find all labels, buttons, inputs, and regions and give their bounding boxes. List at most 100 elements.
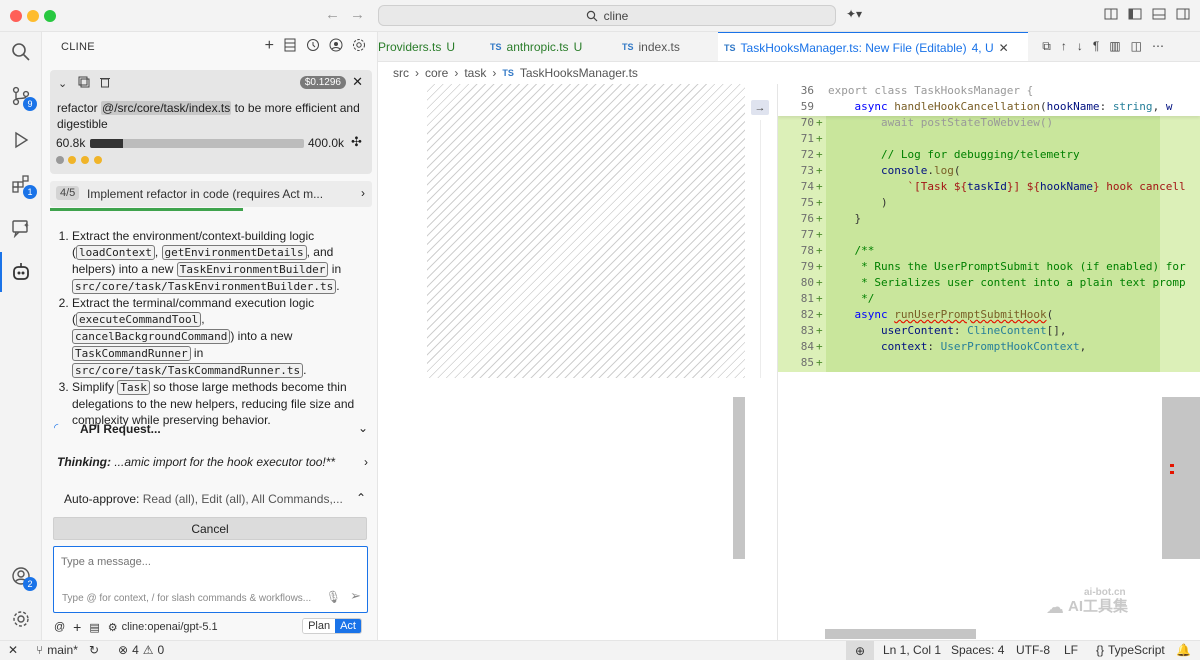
- code-line[interactable]: 82 + async runUserPromptSubmitHook(: [778, 308, 1200, 324]
- chat-sparkle-icon[interactable]: ✦: [9, 216, 33, 240]
- compress-context-icon[interactable]: ✣: [351, 134, 362, 150]
- split-editor-icon[interactable]: ◫: [1131, 39, 1142, 54]
- settings-gear-icon[interactable]: [9, 607, 33, 631]
- code-line[interactable]: 79 + * Runs the UserPromptSubmit hook (if…: [778, 260, 1200, 276]
- encoding[interactable]: UTF-8: [1016, 643, 1050, 657]
- code-line[interactable]: 36 export class TaskHooksManager {: [778, 84, 1200, 100]
- more-actions-icon[interactable]: ⋯: [1152, 39, 1164, 54]
- chevron-right-icon[interactable]: ›: [364, 455, 368, 469]
- problems-indicator[interactable]: ⊗ 4 ⚠ 0: [118, 643, 164, 657]
- toggle-panel-icon[interactable]: [1152, 7, 1166, 24]
- tab-providers[interactable]: Providers.ts U: [378, 32, 461, 61]
- settings-icon[interactable]: [352, 38, 366, 55]
- collapse-chevron-icon[interactable]: ⌄: [58, 77, 67, 90]
- extensions-icon[interactable]: 1: [9, 172, 37, 199]
- mcp-servers-icon[interactable]: [283, 38, 297, 55]
- auto-approve-row[interactable]: Auto-approve: Read (all), Edit (all), Al…: [52, 491, 368, 510]
- api-request-row[interactable]: ◜ API Request... ⌄: [52, 421, 368, 439]
- model-selector[interactable]: ⚙ cline:openai/gpt-5.1: [108, 621, 218, 634]
- new-task-plus-icon[interactable]: +: [265, 38, 274, 55]
- rules-icon[interactable]: ▤: [89, 621, 99, 634]
- map-icon[interactable]: ▥: [1109, 39, 1120, 54]
- maximize-window-button[interactable]: [44, 10, 56, 22]
- delete-trash-icon[interactable]: [99, 76, 111, 91]
- code-text: export class TaskHooksManager {: [828, 84, 1034, 97]
- cursor-position[interactable]: Ln 1, Col 1: [883, 643, 941, 657]
- file-mention[interactable]: @/src/core/task/index.ts: [101, 101, 232, 115]
- back-arrow-icon[interactable]: ←: [325, 6, 340, 23]
- run-debug-icon[interactable]: [9, 128, 33, 152]
- code-line[interactable]: 72 + // Log for debugging/telemetry: [778, 148, 1200, 164]
- line-endings[interactable]: LF: [1064, 643, 1078, 657]
- code-line[interactable]: 75 + ): [778, 196, 1200, 212]
- plan-act-toggle[interactable]: Plan Act: [302, 618, 362, 634]
- explorer-search-icon[interactable]: [9, 40, 33, 64]
- remote-icon[interactable]: ✕: [8, 643, 18, 657]
- accounts-icon[interactable]: 2: [9, 564, 37, 591]
- copilot-sparkle-icon[interactable]: ✦▾: [846, 7, 862, 21]
- tab-index[interactable]: TS index.ts: [616, 32, 686, 61]
- message-box[interactable]: Type @ for context, / for slash commands…: [53, 546, 368, 613]
- plan-mode-button[interactable]: Plan: [303, 619, 336, 633]
- branch-indicator[interactable]: ⑂ main*: [36, 643, 78, 657]
- account-icon[interactable]: [329, 38, 343, 55]
- copy-icon[interactable]: [78, 76, 90, 91]
- code-line[interactable]: 59 async handleHookCancellation(hookName…: [778, 100, 1200, 116]
- thinking-row[interactable]: Thinking: ...amic import for the hook ex…: [52, 455, 368, 473]
- message-input[interactable]: [61, 556, 341, 568]
- close-tab-icon[interactable]: ✕: [999, 41, 1009, 55]
- sync-icon[interactable]: ↻: [89, 643, 99, 657]
- chevron-right-icon[interactable]: ›: [361, 186, 365, 200]
- minimize-window-button[interactable]: [27, 10, 39, 22]
- cancel-button[interactable]: Cancel: [53, 517, 367, 540]
- breadcrumb-item[interactable]: src: [393, 66, 409, 80]
- breadcrumb-item[interactable]: core: [425, 66, 448, 80]
- cline-robot-icon[interactable]: [0, 252, 33, 292]
- add-plus-icon[interactable]: +: [73, 619, 81, 635]
- at-mention-icon[interactable]: @: [54, 621, 65, 633]
- code-line[interactable]: 85 +: [778, 356, 1200, 372]
- scrollbar[interactable]: [733, 397, 745, 559]
- toggle-primary-sidebar-icon[interactable]: [1128, 7, 1142, 24]
- code-line[interactable]: 80 + * Serializes user content into a pla…: [778, 276, 1200, 292]
- breadcrumb-item[interactable]: task: [464, 66, 486, 80]
- close-window-button[interactable]: [10, 10, 22, 22]
- code-line[interactable]: 81 + */: [778, 292, 1200, 308]
- act-mode-button[interactable]: Act: [335, 619, 361, 633]
- previous-change-icon[interactable]: ↑: [1061, 39, 1067, 54]
- microphone-icon[interactable]: 🎙: [326, 590, 341, 604]
- horizontal-scrollbar[interactable]: [825, 629, 976, 639]
- customize-layout-icon[interactable]: [1104, 7, 1118, 24]
- code-line[interactable]: 76 + }: [778, 212, 1200, 228]
- code-line[interactable]: 70 + await postStateToWebview(): [778, 116, 1200, 132]
- zoom-icon[interactable]: ⊕: [846, 641, 874, 660]
- tab-taskhooksmanager[interactable]: TS TaskHooksManager.ts: New File (Editabl…: [718, 32, 1028, 61]
- code-line[interactable]: 71 +: [778, 132, 1200, 148]
- open-file-icon[interactable]: ⧉: [1042, 39, 1051, 54]
- tab-anthropic[interactable]: TS anthropic.ts U: [484, 32, 588, 61]
- code-line[interactable]: 74 + `[Task ${taskId}] ${hookName} hook c…: [778, 180, 1200, 196]
- source-control-icon[interactable]: 9: [9, 84, 37, 111]
- forward-arrow-icon[interactable]: →: [350, 6, 365, 23]
- code-line[interactable]: 84 + context: UserPromptHookContext,: [778, 340, 1200, 356]
- send-icon[interactable]: ➢: [350, 588, 361, 604]
- close-task-icon[interactable]: ✕: [352, 74, 363, 90]
- focus-chain-step[interactable]: 4/5 Implement refactor in code (requires…: [50, 181, 372, 207]
- toggle-secondary-sidebar-icon[interactable]: [1176, 7, 1190, 24]
- chevron-up-icon[interactable]: ⌃: [356, 491, 366, 505]
- code-line[interactable]: 83 + userContent: ClineContent[],: [778, 324, 1200, 340]
- next-change-icon[interactable]: ↓: [1077, 39, 1083, 54]
- pilcrow-icon[interactable]: ¶: [1093, 39, 1099, 54]
- code-line[interactable]: 78 + /**: [778, 244, 1200, 260]
- indentation[interactable]: Spaces: 4: [951, 643, 1004, 657]
- history-icon[interactable]: [306, 38, 320, 55]
- code-line[interactable]: 77 +: [778, 228, 1200, 244]
- scrollbar[interactable]: [1162, 397, 1200, 559]
- revert-arrow-icon[interactable]: →: [751, 100, 769, 115]
- chevron-down-icon[interactable]: ⌄: [358, 421, 368, 435]
- breadcrumb-item[interactable]: TaskHooksManager.ts: [520, 66, 638, 80]
- language-mode[interactable]: {} TypeScript: [1096, 643, 1165, 657]
- notifications-bell-icon[interactable]: 🔔: [1176, 643, 1191, 657]
- code-line[interactable]: 73 + console.log(: [778, 164, 1200, 180]
- command-center-search[interactable]: cline: [378, 5, 836, 26]
